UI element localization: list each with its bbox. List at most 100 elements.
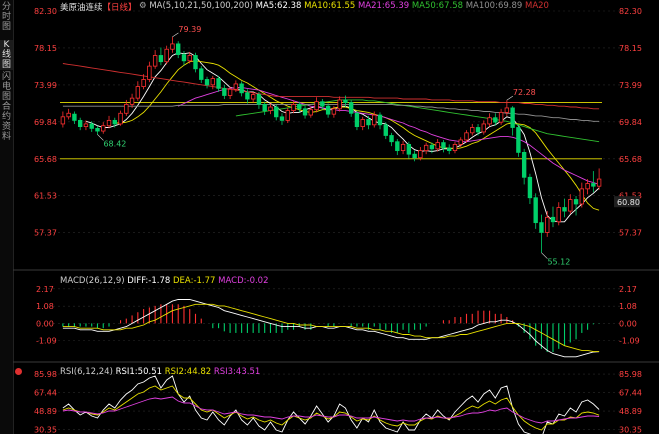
price-tick-right: 57.37: [619, 229, 642, 238]
macd-hist-value: MACD:-0.02: [218, 276, 269, 286]
candle-body: [366, 119, 371, 126]
candle-body: [354, 112, 360, 128]
candle-body: [539, 222, 544, 233]
period-label: 【日线】: [102, 3, 137, 13]
ma200-value: MA20: [525, 1, 549, 11]
candle-body: [406, 143, 412, 155]
candle-body: [297, 103, 302, 110]
candle-body: [176, 43, 181, 55]
candle-body: [227, 88, 233, 96]
candle-body: [452, 143, 458, 152]
candle-body: [274, 106, 279, 118]
candle-body: [573, 199, 579, 205]
candle-body: [250, 94, 256, 100]
candle-body: [325, 105, 331, 115]
macd-tick-right: 0.00: [619, 319, 637, 328]
candle-body: [337, 99, 342, 110]
rsi-close-icon[interactable]: [15, 368, 22, 375]
candle-body: [562, 207, 567, 212]
candle-body: [372, 114, 377, 126]
rsi3-value: RSI3:43.51: [213, 367, 261, 377]
annotation-label: 68.42: [103, 139, 126, 148]
macd-tick-left: 0.00: [36, 319, 54, 328]
candle-body: [135, 86, 141, 99]
candle-body: [106, 119, 112, 127]
candle-body: [268, 106, 273, 111]
ma100-value: MA100:69.89: [465, 1, 523, 11]
candle-body: [591, 183, 596, 187]
macd-diff-line: [62, 299, 600, 358]
candle-body: [556, 207, 561, 223]
price-tick-left: 73.99: [34, 81, 57, 90]
candle-body: [596, 178, 602, 187]
candle-body: [550, 216, 556, 223]
candle-body: [475, 127, 481, 133]
ma-line-ma5: [85, 52, 600, 223]
candle-body: [60, 116, 66, 125]
candle-body: [291, 103, 296, 111]
macd-tick-left: -1.09: [36, 337, 57, 346]
candle-body: [233, 83, 239, 90]
rsi-tick-left: 30.35: [34, 426, 57, 434]
candle-body: [504, 107, 510, 113]
candle-body: [285, 110, 290, 121]
annotation-label: 79.39: [178, 25, 201, 34]
macd-tick-left: 2.17: [36, 285, 54, 294]
candle-body: [510, 107, 515, 128]
candle-body: [377, 114, 383, 126]
candle-body: [498, 111, 504, 123]
candle-body: [527, 176, 533, 199]
price-tick-left: 69.84: [34, 118, 57, 127]
candle-body: [545, 216, 550, 233]
candle-body: [308, 109, 314, 116]
candle-body: [83, 123, 89, 128]
macd-tick-right: 1.08: [619, 302, 637, 311]
candle-body: [89, 123, 94, 129]
candle-body: [516, 127, 521, 153]
macd-title: MACD(26,12,9): [60, 276, 125, 286]
candle-body: [222, 87, 227, 96]
candle-body: [118, 112, 123, 125]
candle-body: [383, 124, 388, 136]
candle-body: [164, 48, 169, 63]
rsi-tick-right: 67.44: [619, 389, 642, 398]
candle-body: [470, 127, 475, 134]
candle-body: [429, 144, 435, 150]
price-tick-left: 65.68: [34, 155, 57, 164]
ma-title: MA(5,10,21,50,100,200): [149, 1, 253, 11]
candle-body: [447, 147, 452, 152]
candle-body: [400, 143, 406, 152]
candle-body: [181, 54, 187, 62]
price-tick-right: 69.84: [619, 118, 642, 127]
candle-body: [423, 144, 429, 152]
rsi-tick-left: 67.44: [34, 389, 57, 398]
candle-body: [101, 125, 106, 132]
ma5-value: MA5:62.38: [255, 1, 302, 11]
candle-body: [441, 142, 446, 149]
ma10-value: MA10:61.55: [304, 1, 356, 11]
candle-body: [314, 101, 319, 111]
price-tick-right: 73.99: [619, 81, 642, 90]
ma-line-ma21: [178, 87, 600, 185]
candle-body: [418, 150, 423, 159]
candle-body: [302, 108, 308, 116]
ma-settings-icon[interactable]: ⚙: [139, 1, 147, 11]
candle-body: [279, 116, 285, 121]
ma21-value: MA21:65.39: [357, 1, 410, 11]
candle-body: [95, 127, 100, 132]
candle-body: [585, 183, 590, 190]
candle-body: [124, 103, 129, 114]
rsi-tick-left: 85.98: [34, 370, 57, 379]
annotation-label: 55.12: [547, 258, 570, 267]
candle-body: [199, 68, 204, 80]
macd-diff-value: DIFF:-1.78: [127, 276, 171, 286]
last-price-label: 60.80: [617, 198, 640, 207]
instrument-name: 美原油连续: [60, 3, 103, 13]
candle-body: [72, 113, 77, 121]
candle-body: [239, 83, 244, 94]
candle-body: [129, 97, 135, 105]
instrument-title: 美原油连续【日线】: [60, 1, 137, 13]
candle-body: [493, 117, 498, 123]
ma50-value: MA50:67.58: [411, 1, 464, 11]
rsi-tick-right: 48.89: [619, 407, 642, 416]
